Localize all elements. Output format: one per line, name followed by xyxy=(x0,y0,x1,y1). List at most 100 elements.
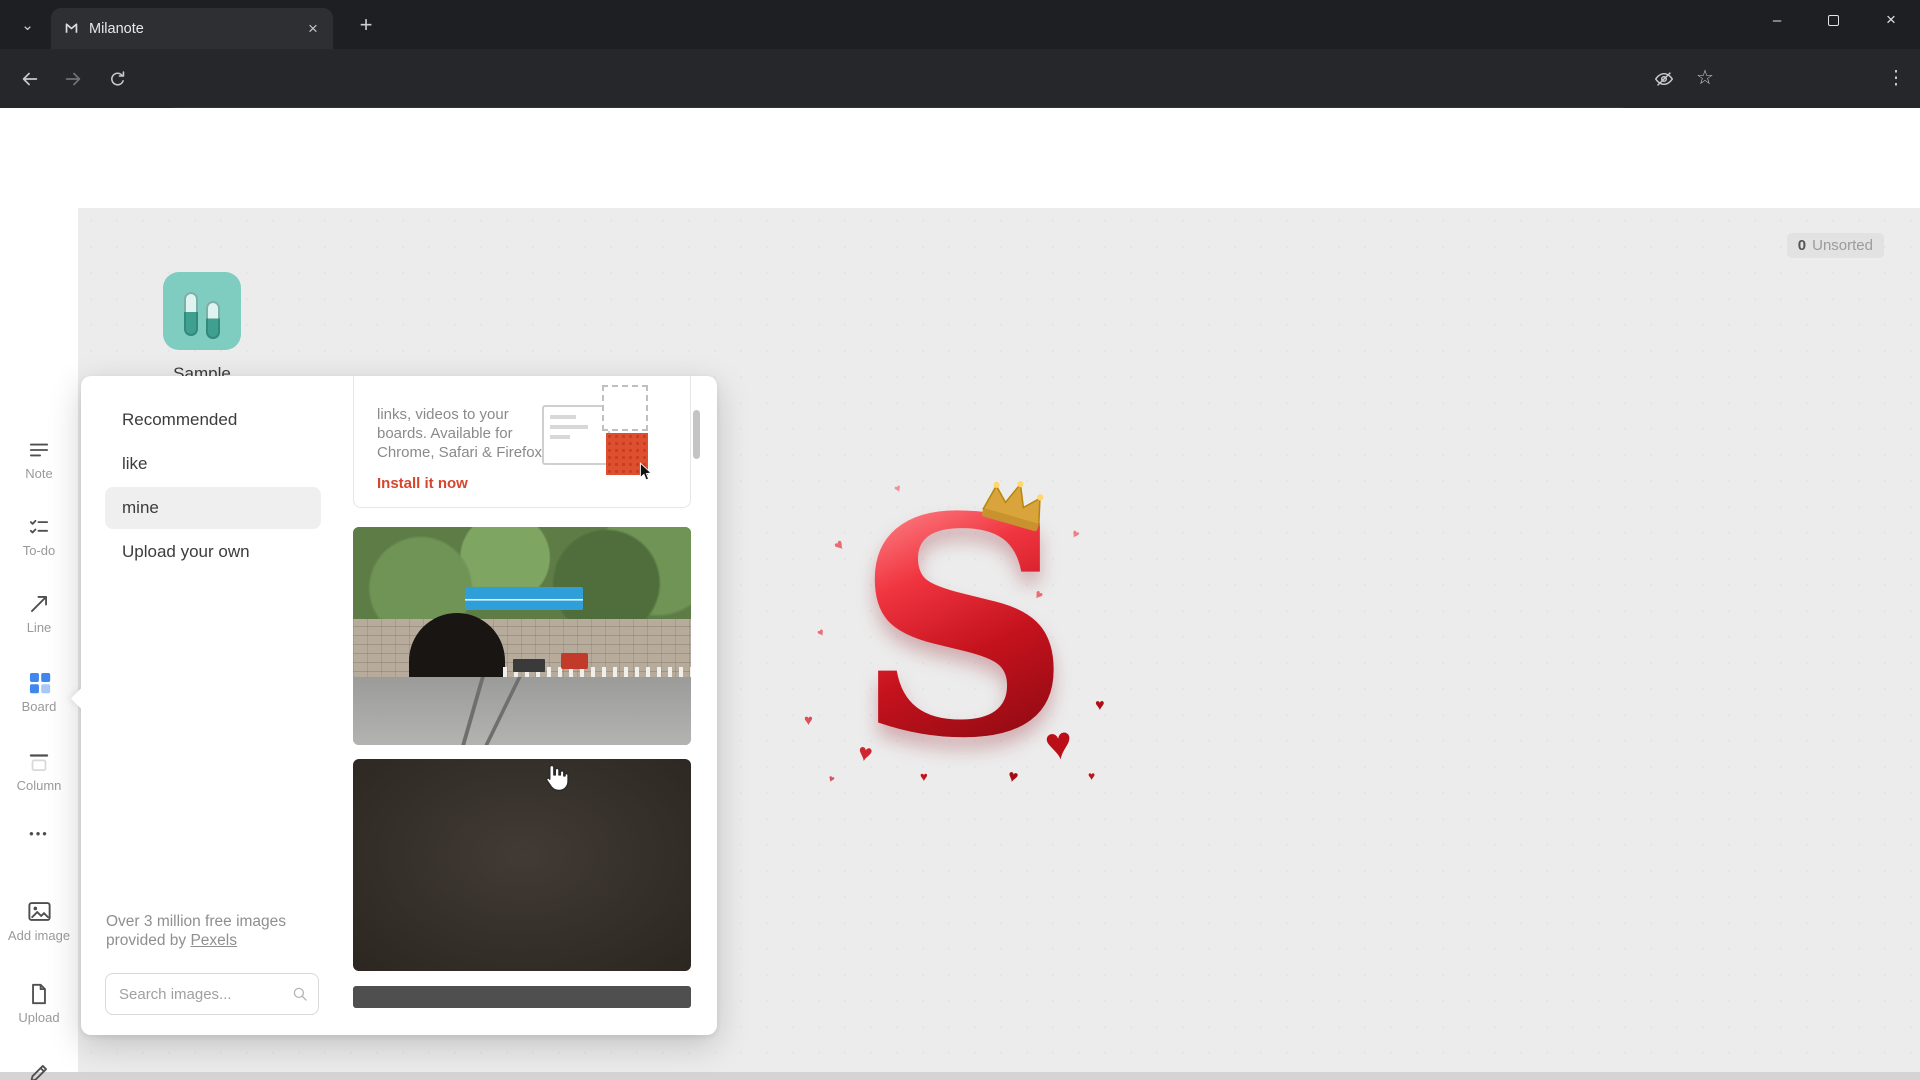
forward-button[interactable] xyxy=(59,65,87,93)
illustration-line xyxy=(550,435,570,439)
butterfly-icon: ♥ xyxy=(815,626,827,640)
photo-road xyxy=(353,677,691,745)
image-search-input[interactable] xyxy=(106,974,318,1014)
nav-label: mine xyxy=(122,498,159,517)
picker-nav-recommended[interactable]: Recommended xyxy=(105,399,321,441)
window-maximize-button[interactable] xyxy=(1810,0,1856,40)
back-icon xyxy=(22,72,38,86)
tab-close-icon[interactable]: × xyxy=(303,19,323,39)
dashed-clip-area xyxy=(602,385,648,431)
illustration-line xyxy=(550,415,576,419)
bookmark-star-icon[interactable]: ☆ xyxy=(1691,63,1719,91)
picker-nav-upload-your-own[interactable]: Upload your own xyxy=(105,531,321,573)
tab-search-button[interactable]: ⌄ xyxy=(14,11,41,38)
web-clipper-promo-card[interactable]: links, videos to your boards. Available … xyxy=(353,376,691,508)
tool-todo[interactable]: To-do xyxy=(0,514,78,558)
screen: ⌄ Milanote × + – × app.milanote.com/1W6t… xyxy=(0,0,1920,1080)
window-bottom-edge xyxy=(0,1072,1920,1080)
tool-label: To-do xyxy=(22,543,56,558)
tool-label: Upload xyxy=(18,1010,60,1025)
line-icon xyxy=(31,596,47,612)
attribution-line2: provided by xyxy=(106,932,191,949)
unsorted-label: Unsorted xyxy=(1812,237,1873,254)
eye-off-icon xyxy=(1654,72,1674,86)
pexels-attribution: Over 3 million free images provided by P… xyxy=(106,912,286,950)
app-header: Home Refer a friend, get more space > 0 … xyxy=(0,108,1920,299)
sample-board-card[interactable] xyxy=(163,272,241,350)
tool-label: Board xyxy=(21,699,57,714)
photo-banner xyxy=(465,587,583,610)
picker-nav-mine[interactable]: mine xyxy=(105,487,321,529)
tool-line[interactable]: Line xyxy=(0,591,78,635)
browser-menu-icon[interactable]: ⋮ xyxy=(1882,64,1910,92)
photo-trees xyxy=(353,527,691,629)
reload-button[interactable] xyxy=(103,65,131,93)
test-tube-icon xyxy=(184,292,198,336)
browser-toolbar: app.milanote.com/1W6tNL1o8n0SaN/home ☆ I… xyxy=(0,49,1920,149)
tool-label: Line xyxy=(26,620,52,635)
unsorted-badge[interactable]: 0 Unsorted xyxy=(1786,233,1884,258)
popup-scrollbar-thumb[interactable] xyxy=(693,410,700,459)
butterfly-icon: ♥ xyxy=(830,536,849,555)
promo-card-text: links, videos to your boards. Available … xyxy=(377,405,549,462)
milanote-favicon-icon xyxy=(65,23,78,33)
image-result-tunnel[interactable] xyxy=(353,527,691,745)
tool-label: Column xyxy=(16,778,62,793)
heart-icon: ♥ xyxy=(826,773,836,786)
upload-icon xyxy=(32,983,46,1005)
clipper-illustration xyxy=(542,385,668,501)
picker-nav-like[interactable]: like xyxy=(105,443,321,485)
tool-board[interactable]: Board xyxy=(0,669,78,714)
promo-line: links, videos to your xyxy=(377,406,509,423)
image-result-dark[interactable] xyxy=(353,759,691,971)
add-image-icon xyxy=(27,902,51,921)
letter-s: S xyxy=(855,451,1072,804)
tool-more[interactable]: ••• xyxy=(0,826,78,841)
more-icon: ••• xyxy=(29,826,49,841)
tool-label: Note xyxy=(25,466,53,481)
preview-toggle-button[interactable] xyxy=(1650,65,1678,93)
add-image-popup: Recommended like mine Upload your own Ov… xyxy=(81,376,717,1035)
heart-icon: ♥ xyxy=(920,769,928,784)
todo-icon xyxy=(29,519,49,534)
photo-equipment xyxy=(513,659,545,672)
promo-line: Chrome, Safari & Firefox. xyxy=(377,444,547,461)
tool-note[interactable]: Note xyxy=(0,437,78,481)
nav-label: like xyxy=(122,454,148,473)
tool-label: Add image xyxy=(7,928,71,943)
heart-icon: ♥ xyxy=(1041,715,1076,771)
window-close-button[interactable]: × xyxy=(1868,0,1914,40)
decorative-letter-s-image[interactable]: S ♥ ♥ ♥ ♥ ♥ ♥ ♥ ♥ ♥ ♥ ♥ ♥ ♥ xyxy=(800,470,1120,820)
nav-label: Upload your own xyxy=(122,542,250,561)
attribution-line1: Over 3 million free images xyxy=(106,913,287,930)
window-minimize-button[interactable]: – xyxy=(1754,0,1800,40)
tool-upload[interactable]: Upload xyxy=(0,981,78,1025)
column-icon xyxy=(29,754,49,771)
hand-cursor-icon xyxy=(545,764,569,792)
back-button[interactable] xyxy=(16,65,44,93)
search-icon xyxy=(293,987,307,1001)
forward-icon xyxy=(65,72,81,86)
photo-truck xyxy=(561,653,588,669)
arrow-cursor-icon xyxy=(639,462,653,481)
install-it-now-link[interactable]: Install it now xyxy=(377,475,468,492)
heart-icon: ♥ xyxy=(804,712,813,729)
image-search-box xyxy=(105,973,319,1015)
browser-tab[interactable]: Milanote × xyxy=(51,8,333,49)
browser-window-illustration xyxy=(542,405,610,465)
reload-icon xyxy=(110,70,124,86)
nav-label: Recommended xyxy=(122,410,238,429)
test-tube-icon xyxy=(206,301,220,339)
pexels-link[interactable]: Pexels xyxy=(190,932,237,949)
promo-line: boards. Available for xyxy=(377,425,513,442)
tool-column[interactable]: Column xyxy=(0,749,78,793)
new-tab-button[interactable]: + xyxy=(352,11,380,39)
tool-draw[interactable]: Draw xyxy=(0,1060,78,1080)
unsorted-count: 0 xyxy=(1797,237,1807,254)
tool-add-image[interactable]: Add image xyxy=(0,898,78,943)
board-icon xyxy=(29,672,50,694)
tool-sidebar: Note To-do Line Board Column ••• Add ima… xyxy=(0,208,78,1080)
image-result-partial[interactable] xyxy=(353,986,691,1008)
illustration-line xyxy=(550,425,588,429)
heart-icon: ♥ xyxy=(1095,697,1105,714)
